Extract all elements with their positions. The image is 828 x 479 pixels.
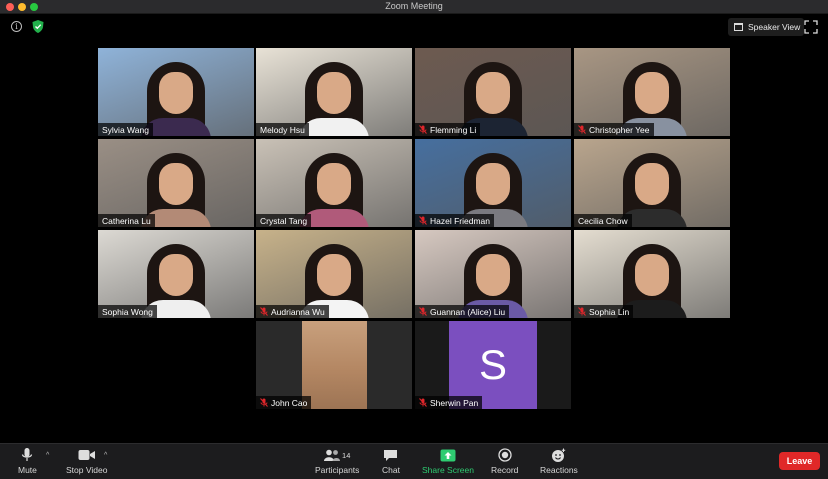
stop-video-button[interactable]: Stop Video [66,447,107,475]
participant-tile[interactable]: Sylvia Wang [98,48,254,136]
participant-name: Sylvia Wang [102,124,149,135]
microphone-muted-icon [578,307,586,316]
smiley-icon [551,447,566,463]
face-shape [476,72,510,114]
face-shape [159,72,193,114]
mute-label: Mute [18,465,37,475]
participant-nameplate: Crystal Tang [256,214,312,227]
participant-tile[interactable]: John Cao [256,321,412,409]
leave-button[interactable]: Leave [779,452,820,470]
participant-name: Audrianna Wu [271,306,325,317]
participant-nameplate: Audrianna Wu [256,305,329,318]
video-feed [302,321,367,409]
face-shape [635,163,669,205]
participant-name: Crystal Tang [260,215,308,226]
video-options-chevron-icon[interactable]: ^ [104,452,107,459]
participant-tile[interactable]: Sophia Wong [98,230,254,318]
participants-count: 14 [342,450,351,460]
info-icon[interactable]: i [11,21,22,32]
audio-options-chevron-icon[interactable]: ^ [46,452,49,459]
speaker-view-label: Speaker View [748,22,801,32]
participant-name: Sherwin Pan [430,397,479,408]
reactions-button[interactable]: Reactions [540,447,578,475]
fullscreen-icon[interactable] [804,20,818,34]
participant-tile[interactable]: Flemming Li [415,48,571,136]
participant-name: Hazel Friedman [430,215,490,226]
participant-name: Flemming Li [430,124,477,135]
face-shape [476,163,510,205]
record-icon [498,447,512,463]
window-title: Zoom Meeting [385,1,443,11]
chat-button[interactable]: Chat [382,447,400,475]
participant-nameplate: Cecilia Chow [574,214,632,227]
face-shape [635,72,669,114]
participant-tile[interactable]: Christopher Yee [574,48,730,136]
face-shape [635,254,669,296]
participant-tile[interactable]: Melody Hsu [256,48,412,136]
microphone-muted-icon [260,307,268,316]
shield-icon[interactable] [32,20,44,33]
stop-video-label: Stop Video [66,465,108,475]
record-label: Record [491,465,519,475]
participant-nameplate: Sophia Wong [98,305,157,318]
face-shape [159,254,193,296]
microphone-muted-icon [419,216,427,225]
microphone-muted-icon [578,125,586,134]
participant-tile[interactable]: Guannan (Alice) Liu [415,230,571,318]
participant-tile[interactable]: Hazel Friedman [415,139,571,227]
participant-name: Guannan (Alice) Liu [430,306,506,317]
participant-nameplate: Sylvia Wang [98,123,153,136]
participant-name: Christopher Yee [589,124,650,135]
participant-nameplate: Hazel Friedman [415,214,494,227]
chat-label: Chat [382,465,400,475]
face-shape [159,163,193,205]
reactions-label: Reactions [540,465,578,475]
participants-button[interactable]: 14 Participants [315,447,359,475]
face-shape [317,72,351,114]
face-shape [317,254,351,296]
share-screen-button[interactable]: Share Screen [422,447,474,475]
participant-nameplate: Sherwin Pan [415,396,483,409]
participant-tile[interactable]: Catherina Lu [98,139,254,227]
participant-tile[interactable]: Crystal Tang [256,139,412,227]
title-bar: Zoom Meeting [0,0,828,14]
microphone-muted-icon [260,398,268,407]
video-camera-icon [78,447,96,463]
participant-name: Catherina Lu [102,215,151,226]
participant-tile[interactable]: Audrianna Wu [256,230,412,318]
participant-nameplate: Flemming Li [415,123,481,136]
participants-label: Participants [315,465,360,475]
participant-name: John Cao [271,397,308,408]
grid-icon [734,23,743,31]
microphone-icon [21,447,33,463]
mute-button[interactable]: Mute [18,447,37,475]
microphone-muted-icon [419,125,427,134]
participant-name: Sophia Wong [102,306,153,317]
participant-tile[interactable]: Sophia Lin [574,230,730,318]
participant-tile[interactable]: Cecilia Chow [574,139,730,227]
meeting-toolbar: Mute ^ Stop Video ^ 14 Participants Chat… [0,443,828,479]
participant-nameplate: Christopher Yee [574,123,654,136]
face-shape [317,163,351,205]
speaker-view-button[interactable]: Speaker View [728,18,805,36]
participant-name: Melody Hsu [260,124,305,135]
chat-icon [383,447,398,463]
participant-nameplate: John Cao [256,396,312,409]
body-shape [299,118,369,136]
participant-name: Sophia Lin [589,306,630,317]
microphone-muted-icon [419,307,427,316]
participants-icon-wrap: 14 [324,447,350,463]
microphone-muted-icon [419,398,427,407]
share-screen-icon [440,447,456,463]
face-shape [476,254,510,296]
participant-name: Cecilia Chow [578,215,628,226]
share-screen-label: Share Screen [422,465,474,475]
participant-tile[interactable]: S Sherwin Pan [415,321,571,409]
participant-nameplate: Catherina Lu [98,214,155,227]
participant-nameplate: Guannan (Alice) Liu [415,305,510,318]
record-button[interactable]: Record [491,447,518,475]
participants-icon [324,449,341,461]
participant-nameplate: Melody Hsu [256,123,309,136]
participant-nameplate: Sophia Lin [574,305,634,318]
